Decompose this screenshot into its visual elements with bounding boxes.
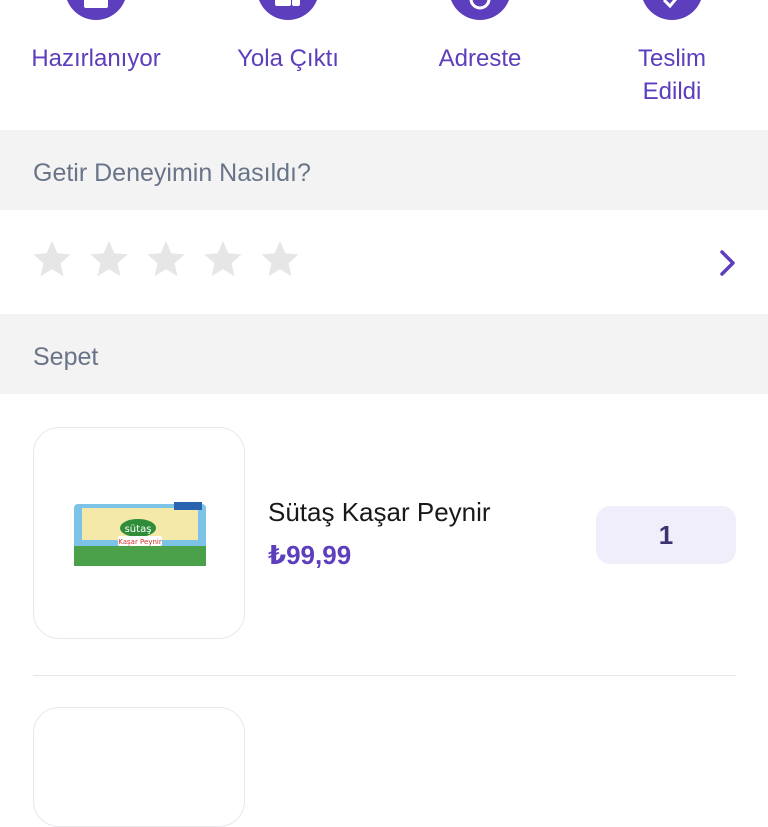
- chevron-right-icon[interactable]: [715, 248, 741, 278]
- truck-icon: [257, 0, 319, 20]
- product-name[interactable]: Sütaş Kaşar Peynir: [268, 497, 491, 528]
- status-step-on-the-way: Yola Çıktı: [192, 0, 384, 130]
- status-step-label: Hazırlanıyor: [31, 45, 161, 72]
- cheese-package-image: sütaş Kaşar Peynir: [74, 502, 206, 566]
- star-icon-3[interactable]: [146, 240, 186, 280]
- check-icon: [641, 0, 703, 20]
- rating-section-header: Getir Deneyimin Nasıldı?: [0, 130, 768, 210]
- status-step-preparing: Hazırlanıyor: [0, 0, 192, 130]
- status-step-at-address: Adreste: [384, 0, 576, 130]
- location-icon: [449, 0, 511, 20]
- package-brand-text: sütaş: [125, 524, 152, 535]
- package-label-text: Kaşar Peynir: [118, 538, 162, 546]
- product-price: ₺99,99: [268, 540, 352, 570]
- item-divider: [33, 675, 736, 676]
- product-image[interactable]: sütaş Kaşar Peynir: [33, 427, 245, 639]
- package-icon: [65, 0, 127, 20]
- status-step-label: Yola Çıktı: [237, 45, 339, 72]
- order-status-steps: Hazırlanıyor Yola Çıktı Adreste Teslim E…: [0, 0, 768, 130]
- cart-section-header: Sepet: [0, 314, 768, 394]
- star-icon-5[interactable]: [260, 240, 300, 280]
- quantity-display[interactable]: 1: [596, 506, 736, 564]
- product-image[interactable]: [33, 707, 245, 827]
- status-step-label: Adreste: [438, 45, 522, 72]
- star-icon-4[interactable]: [203, 240, 243, 280]
- star-rating[interactable]: [32, 240, 300, 286]
- star-icon-2[interactable]: [89, 240, 129, 280]
- status-step-delivered: Teslim Edildi: [576, 0, 768, 130]
- status-step-label: Teslim Edildi: [637, 45, 706, 105]
- star-icon-1[interactable]: [32, 240, 72, 280]
